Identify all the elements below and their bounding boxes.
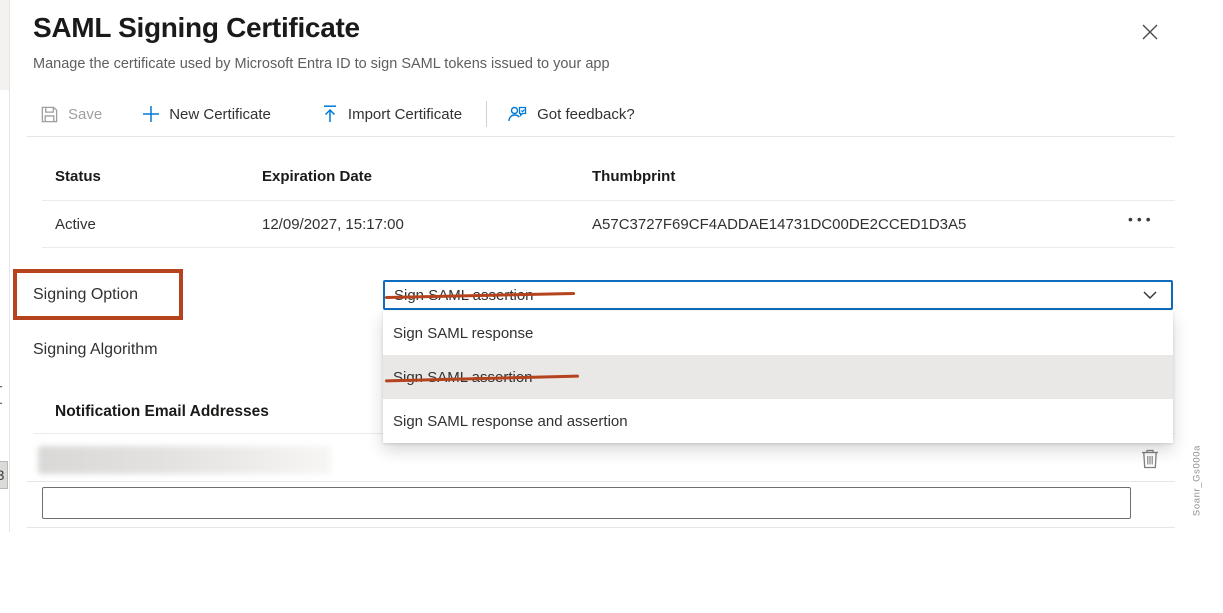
annotation-highlight-box — [13, 269, 183, 320]
panel-edge-divider — [9, 0, 10, 532]
watermark-text: Soanr_Gs000a — [1192, 431, 1203, 531]
save-button[interactable]: Save — [40, 105, 102, 124]
signing-algorithm-label: Signing Algorithm — [33, 341, 158, 359]
notification-email-addresses-label: Notification Email Addresses — [55, 403, 269, 421]
divider — [42, 247, 1175, 248]
divider — [27, 527, 1175, 528]
background-page-strip — [0, 0, 9, 90]
chevron-down-icon — [1143, 291, 1157, 300]
upload-icon — [321, 104, 339, 124]
got-feedback-button[interactable]: Got feedback? — [507, 104, 635, 124]
import-certificate-label: Import Certificate — [348, 106, 462, 123]
got-feedback-label: Got feedback? — [537, 106, 635, 123]
signing-option-listbox: Sign SAML response Sign SAML assertion S… — [383, 311, 1173, 443]
redacted-email-value — [38, 446, 331, 474]
column-header-expiration-date: Expiration Date — [262, 168, 372, 185]
option-sign-saml-response[interactable]: Sign SAML response — [383, 311, 1173, 355]
save-icon — [40, 105, 59, 124]
option-sign-saml-assertion[interactable]: Sign SAML assertion — [383, 355, 1173, 399]
new-certificate-label: New Certificate — [169, 106, 271, 123]
divider — [27, 481, 1175, 482]
cell-expiration-date: 12/09/2027, 15:17:00 — [262, 216, 404, 233]
delete-email-icon[interactable] — [1139, 447, 1163, 473]
option-sign-saml-response-and-assertion[interactable]: Sign SAML response and assertion — [383, 399, 1173, 443]
divider — [27, 136, 1175, 137]
column-header-thumbprint: Thumbprint — [592, 168, 675, 185]
new-certificate-button[interactable]: New Certificate — [142, 105, 271, 123]
divider — [42, 200, 1175, 201]
toolbar: Save New Certificate Import Certificate — [40, 99, 635, 129]
cell-thumbprint: A57C3727F69CF4ADDAE14731DC00DE2CCED1D3A5 — [592, 216, 966, 233]
background-text-fragment: 3 — [0, 461, 8, 489]
close-icon[interactable] — [1136, 18, 1164, 46]
feedback-icon — [507, 104, 528, 124]
save-label: Save — [68, 106, 102, 123]
plus-icon — [142, 105, 160, 123]
row-context-menu-icon[interactable]: ••• — [1128, 211, 1155, 227]
new-email-input[interactable] — [42, 487, 1131, 519]
background-text-fragment: [ — [0, 384, 2, 406]
page-title: SAML Signing Certificate — [33, 12, 360, 44]
column-header-status: Status — [55, 168, 101, 185]
toolbar-separator — [486, 101, 487, 127]
cell-status: Active — [55, 216, 96, 233]
saml-signing-certificate-panel: t [ 3 SAML Signing Certificate Manage th… — [0, 0, 1223, 613]
page-subtitle: Manage the certificate used by Microsoft… — [33, 56, 610, 72]
import-certificate-button[interactable]: Import Certificate — [321, 104, 462, 124]
